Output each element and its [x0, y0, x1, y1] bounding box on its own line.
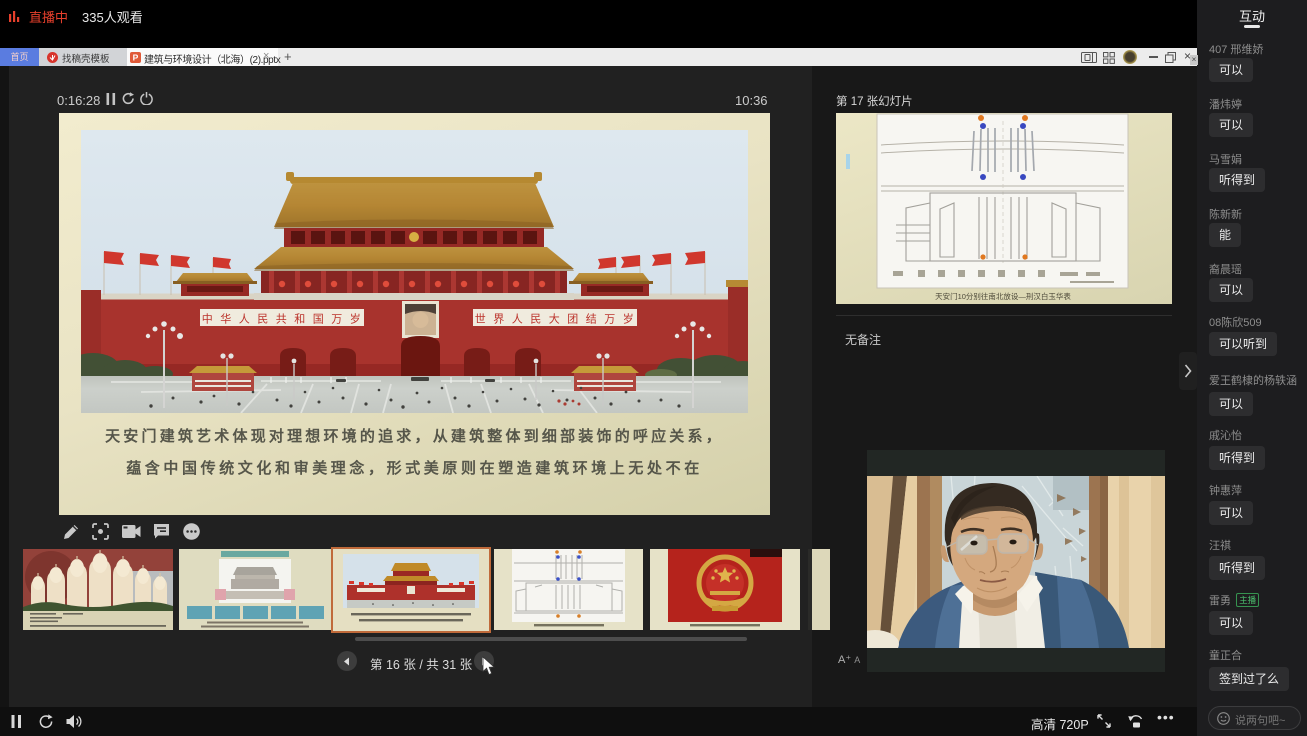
- svg-text:P: P: [133, 52, 139, 62]
- svg-text:中华人民共和国万岁: 中华人民共和国万岁: [202, 312, 369, 326]
- svg-text:世界人民大团结万岁: 世界人民大团结万岁: [475, 312, 642, 326]
- svg-text:天安门10分别往南北放设—刑汉白玉华表: 天安门10分别往南北放设—刑汉白玉华表: [935, 291, 1071, 301]
